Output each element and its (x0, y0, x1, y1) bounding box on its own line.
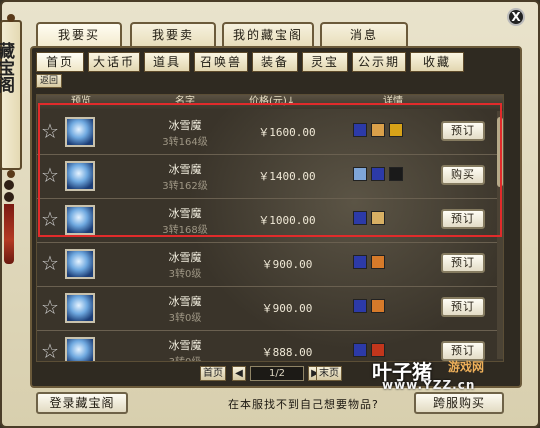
tab-pets[interactable]: 召唤兽 (194, 52, 248, 72)
login-treasure-button[interactable]: 登录藏宝阁 (36, 392, 128, 414)
skill-red-icon[interactable] (371, 343, 385, 357)
price: ￥888.00 (261, 346, 313, 359)
tab-public[interactable]: 公示期 (352, 52, 406, 72)
ice-demon-pet-icon[interactable] (65, 249, 95, 279)
cross-server-buy-button[interactable]: 跨服购买 (414, 392, 504, 414)
favorite-star-icon[interactable]: ☆ (41, 297, 61, 317)
pet-level: 3转0级 (168, 269, 202, 280)
skill-fire-icon[interactable] (371, 255, 385, 269)
tab-buy[interactable]: 我要买 (36, 22, 122, 48)
tab-home[interactable]: 首页 (36, 52, 84, 72)
pet-stat-icon[interactable] (353, 343, 367, 357)
price: ￥900.00 (261, 258, 313, 271)
scroll-title-ornament: 藏宝阁 (0, 20, 22, 170)
tab-favorites[interactable]: 收藏 (410, 52, 464, 72)
favorite-star-icon[interactable]: ☆ (41, 253, 61, 273)
listing-row[interactable]: ☆ 冰雪魔 3转0级 ￥900.00 预订 (37, 285, 497, 331)
site-watermark: 叶子猪 游戏网 www.YZZ.cn (372, 356, 512, 392)
ice-demon-pet-icon[interactable] (65, 337, 95, 361)
page-indicator: 1/2 (250, 366, 304, 381)
pet-level: 3转0级 (168, 313, 202, 324)
prev-page-button[interactable]: ◀ (232, 366, 246, 381)
tab-messages[interactable]: 消息 (320, 22, 408, 48)
cross-server-hint: 在本服找不到自己想要物品? (228, 398, 379, 411)
tab-equipment[interactable]: 装备 (252, 52, 298, 72)
tassel (4, 204, 14, 264)
ice-demon-pet-icon[interactable] (65, 293, 95, 323)
tab-currency[interactable]: 大话币 (88, 52, 140, 72)
tab-sell[interactable]: 我要卖 (130, 22, 216, 48)
sub-bar: 返回 (36, 74, 508, 90)
reserve-button[interactable]: 预订 (441, 253, 485, 273)
tab-items[interactable]: 道具 (144, 52, 190, 72)
tassel-bead (4, 192, 14, 202)
favorite-star-icon[interactable]: ☆ (41, 341, 61, 361)
skill-fire-icon[interactable] (371, 299, 385, 313)
last-page-button[interactable]: 末页 (316, 366, 342, 381)
scroll-knob-top (7, 14, 15, 22)
pet-name: 冰雪魔 (168, 295, 202, 308)
pet-name: 冰雪魔 (168, 251, 202, 264)
pet-stat-icon[interactable] (353, 255, 367, 269)
back-button[interactable]: 返回 (36, 74, 62, 88)
price: ￥900.00 (261, 302, 313, 315)
watermark-sub: 游戏网 (448, 360, 485, 374)
pet-stat-icon[interactable] (353, 299, 367, 313)
watermark-url: www.YZZ.cn (382, 378, 476, 392)
first-page-button[interactable]: 首页 (200, 366, 226, 381)
tab-lingbao[interactable]: 灵宝 (302, 52, 348, 72)
pet-name: 冰雪魔 (168, 339, 202, 352)
listing-row[interactable]: ☆ 冰雪魔 3转0级 ￥900.00 预订 (37, 241, 497, 287)
reserve-button[interactable]: 预订 (441, 297, 485, 317)
close-button[interactable]: X (507, 8, 525, 26)
scroll-knob-bottom (7, 170, 15, 178)
pet-level: 3转0级 (147, 353, 223, 361)
selection-highlight (38, 103, 502, 237)
tab-my-treasure[interactable]: 我的藏宝阁 (222, 22, 314, 48)
scroll-title: 藏宝阁 (0, 42, 14, 93)
tassel-bead (4, 180, 14, 190)
